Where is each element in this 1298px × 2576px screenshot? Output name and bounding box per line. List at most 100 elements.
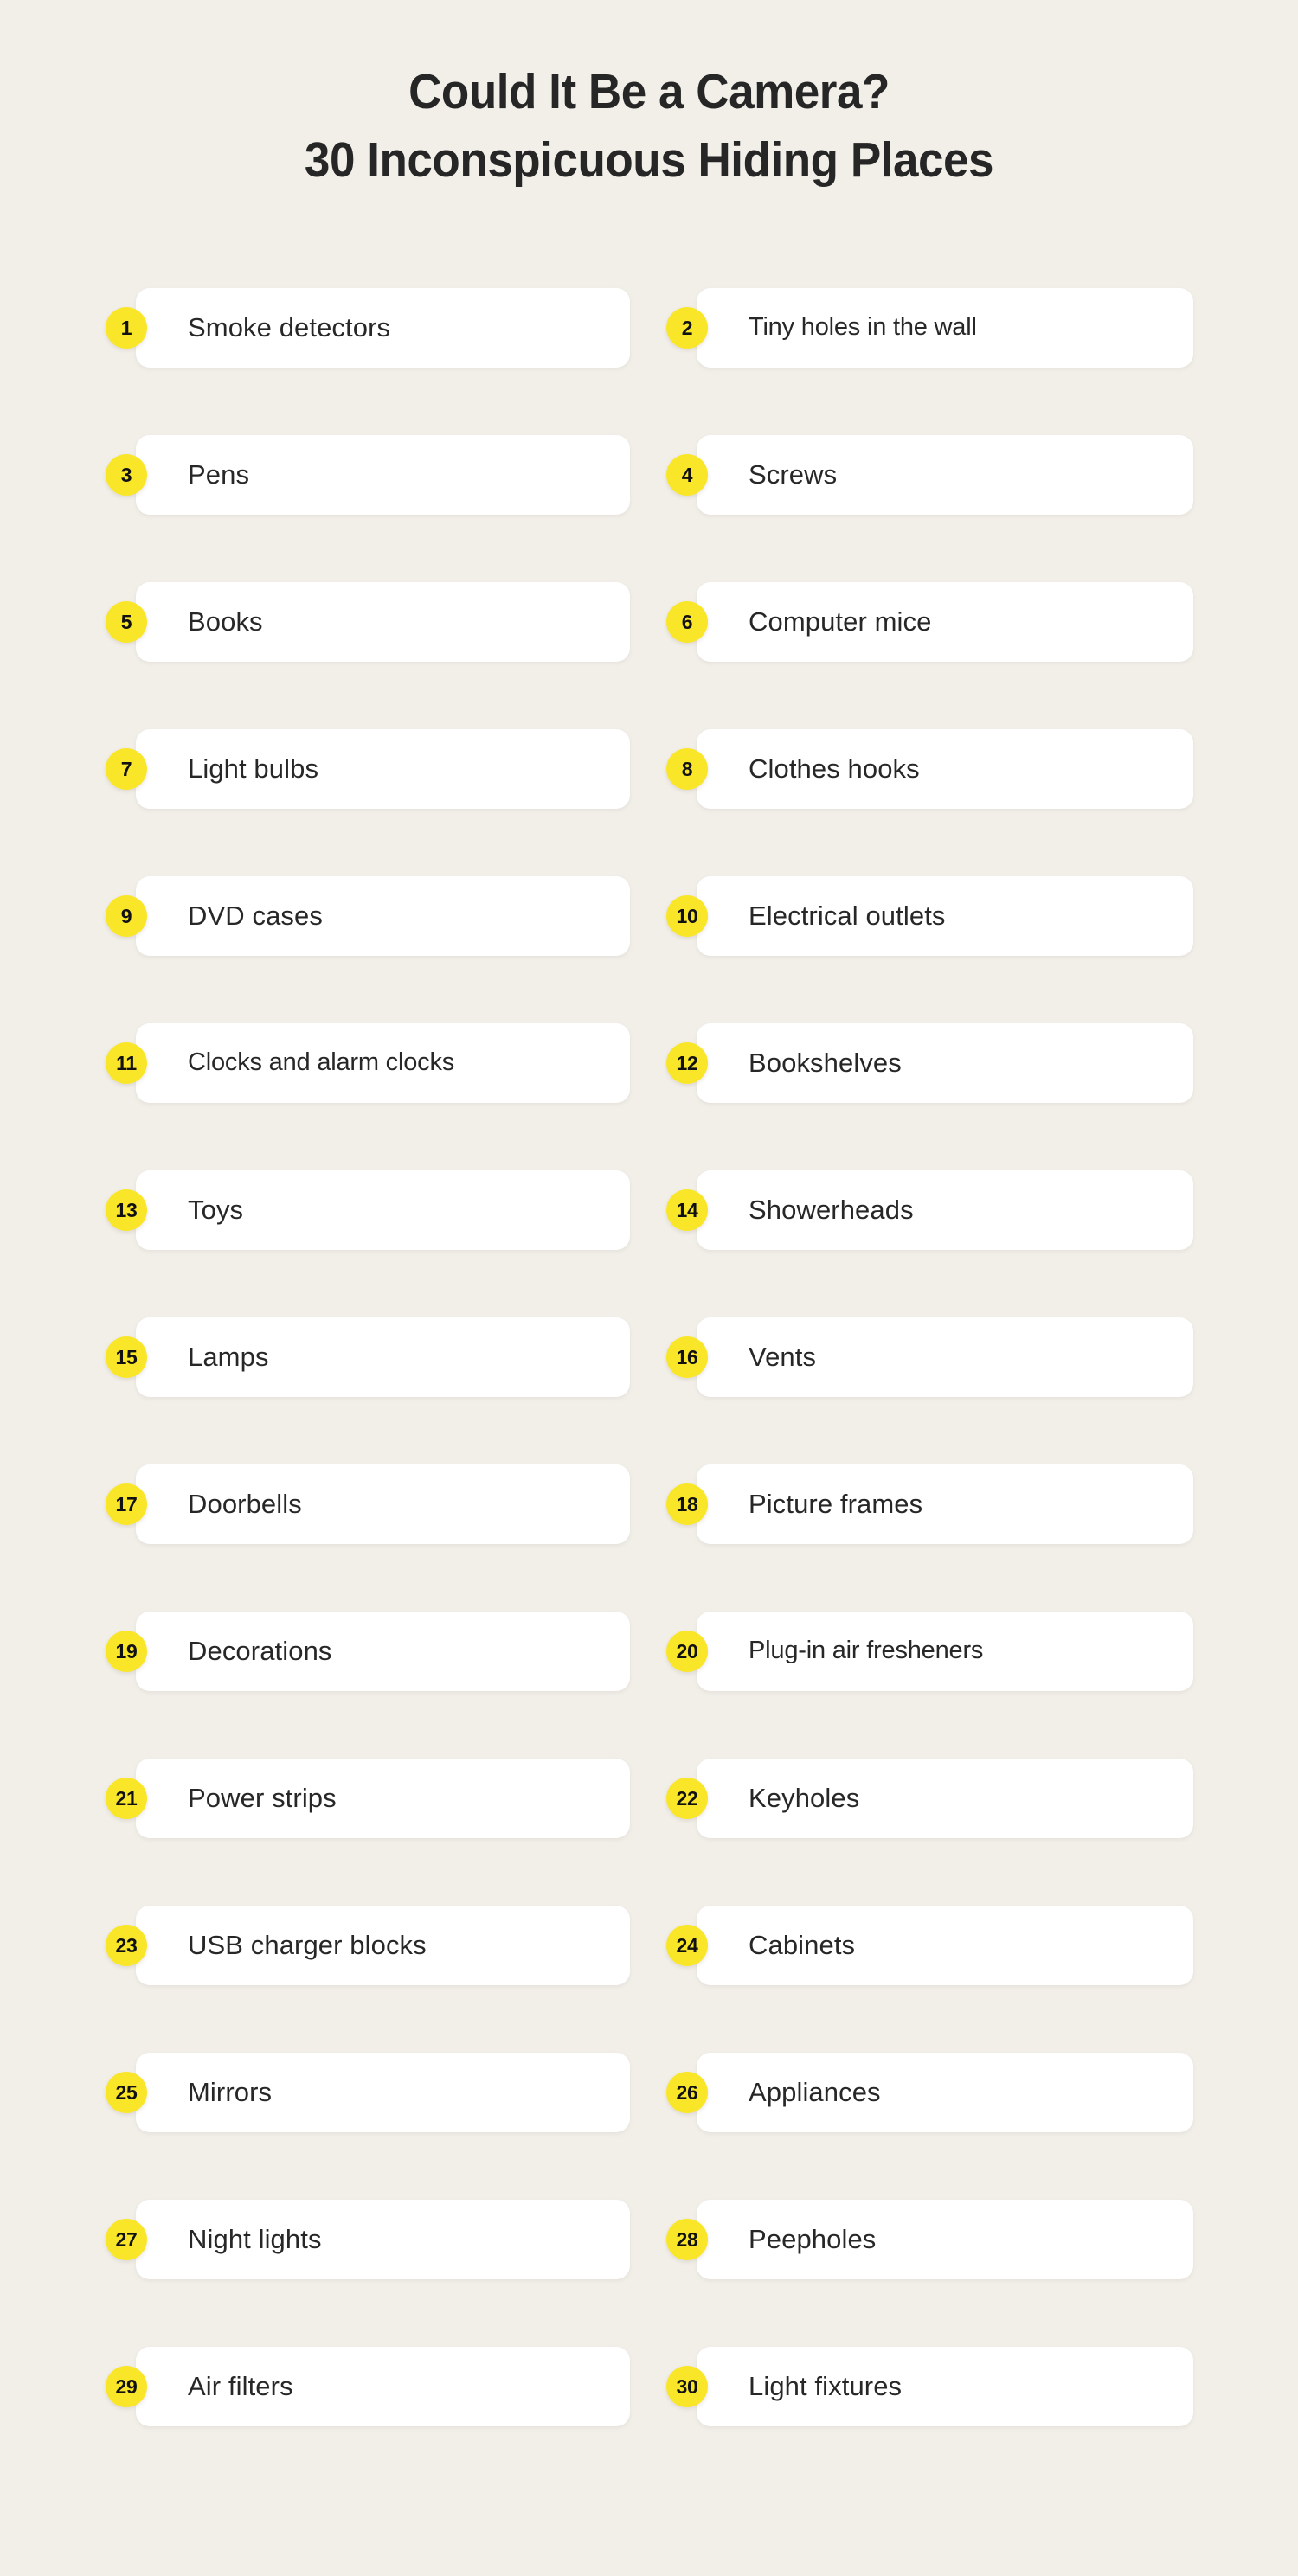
list-item[interactable]: 15 Lamps bbox=[106, 1317, 630, 1397]
list-item-number-badge: 20 bbox=[666, 1631, 708, 1672]
list-item-label: Decorations bbox=[188, 1635, 332, 1666]
list-item[interactable]: 22 Keyholes bbox=[666, 1759, 1193, 1838]
list-item[interactable]: 10 Electrical outlets bbox=[666, 876, 1193, 956]
list-item-number-badge: 10 bbox=[666, 895, 708, 937]
list-item-label: Showerheads bbox=[749, 1194, 914, 1225]
list-item[interactable]: 13 Toys bbox=[106, 1170, 630, 1250]
list-item[interactable]: 17 Doorbells bbox=[106, 1464, 630, 1544]
list-item[interactable]: 7 Light bulbs bbox=[106, 729, 630, 809]
list-item-number: 2 bbox=[681, 316, 693, 339]
list-item-number-badge: 26 bbox=[666, 2072, 708, 2113]
list-item[interactable]: 27 Night lights bbox=[106, 2200, 630, 2279]
list-item-label: Clothes hooks bbox=[749, 753, 920, 784]
list-item-label: Picture frames bbox=[749, 1488, 923, 1519]
list-item[interactable]: 19 Decorations bbox=[106, 1612, 630, 1691]
list-item-number: 25 bbox=[115, 2080, 138, 2104]
list-item-number-badge: 12 bbox=[666, 1042, 708, 1084]
infographic-page: Could It Be a Camera? 30 Inconspicuous H… bbox=[0, 0, 1298, 2576]
list-item[interactable]: 14 Showerheads bbox=[666, 1170, 1193, 1250]
list-item-number: 8 bbox=[681, 757, 693, 780]
list-item-number: 17 bbox=[115, 1492, 138, 1515]
list-item-number-badge: 15 bbox=[106, 1336, 147, 1378]
list-item-number-badge: 3 bbox=[106, 454, 147, 496]
list-item[interactable]: 20 Plug-in air fresheners bbox=[666, 1612, 1193, 1691]
list-item-label: Tiny holes in the wall bbox=[749, 313, 977, 342]
list-item[interactable]: 4 Screws bbox=[666, 435, 1193, 515]
list-item-number: 27 bbox=[115, 2227, 138, 2251]
list-item-number-badge: 24 bbox=[666, 1925, 708, 1966]
list-item-number-badge: 21 bbox=[106, 1778, 147, 1819]
list-item[interactable]: 9 DVD cases bbox=[106, 876, 630, 956]
list-item[interactable]: 26 Appliances bbox=[666, 2053, 1193, 2132]
list-item-number-badge: 30 bbox=[666, 2366, 708, 2407]
hiding-places-list: 1 Smoke detectors 3 Pens 5 Books 7 Light bulbs 9… bbox=[0, 288, 1298, 2426]
list-item[interactable]: 5 Books bbox=[106, 582, 630, 662]
list-item-number: 15 bbox=[115, 1345, 138, 1368]
list-item-label: Toys bbox=[188, 1194, 244, 1225]
list-item-label: Peepholes bbox=[749, 2223, 877, 2254]
list-item-number: 9 bbox=[120, 904, 132, 927]
list-item[interactable]: 11 Clocks and alarm clocks bbox=[106, 1023, 630, 1103]
list-item-label: Keyholes bbox=[749, 1782, 860, 1813]
list-item-number: 23 bbox=[115, 1933, 138, 1957]
list-item[interactable]: 30 Light fixtures bbox=[666, 2347, 1193, 2426]
list-item-number: 30 bbox=[676, 2374, 698, 2398]
page-title: Could It Be a Camera? 30 Inconspicuous H… bbox=[0, 0, 1298, 185]
list-item[interactable]: 21 Power strips bbox=[106, 1759, 630, 1838]
list-item-number: 6 bbox=[681, 610, 693, 633]
list-item-number-badge: 18 bbox=[666, 1483, 708, 1525]
list-item-number-badge: 2 bbox=[666, 307, 708, 349]
list-item-number-badge: 8 bbox=[666, 748, 708, 790]
list-item[interactable]: 2 Tiny holes in the wall bbox=[666, 288, 1193, 368]
list-item-number: 4 bbox=[681, 463, 693, 486]
list-item-number-badge: 17 bbox=[106, 1483, 147, 1525]
list-item[interactable]: 12 Bookshelves bbox=[666, 1023, 1193, 1103]
list-item[interactable]: 23 USB charger blocks bbox=[106, 1906, 630, 1985]
list-item-number-badge: 13 bbox=[106, 1189, 147, 1231]
list-item-number: 29 bbox=[115, 2374, 138, 2398]
list-item-number: 7 bbox=[120, 757, 132, 780]
list-item-label: Night lights bbox=[188, 2223, 322, 2254]
list-item-number: 26 bbox=[676, 2080, 698, 2104]
list-item-label: Power strips bbox=[188, 1782, 337, 1813]
list-column-right: 2 Tiny holes in the wall 4 Screws 6 Computer … bbox=[666, 288, 1193, 2426]
list-item-number: 18 bbox=[676, 1492, 698, 1515]
list-item-number-badge: 23 bbox=[106, 1925, 147, 1966]
list-item[interactable]: 6 Computer mice bbox=[666, 582, 1193, 662]
list-item-label: Vents bbox=[749, 1341, 817, 1372]
list-item[interactable]: 18 Picture frames bbox=[666, 1464, 1193, 1544]
list-item-number: 3 bbox=[120, 463, 132, 486]
list-item-label: USB charger blocks bbox=[188, 1929, 427, 1960]
list-item-number-badge: 16 bbox=[666, 1336, 708, 1378]
list-item-label: Smoke detectors bbox=[188, 311, 391, 343]
list-item-number-badge: 11 bbox=[106, 1042, 147, 1084]
list-item-label: Screws bbox=[749, 458, 838, 490]
list-item[interactable]: 28 Peepholes bbox=[666, 2200, 1193, 2279]
list-item[interactable]: 16 Vents bbox=[666, 1317, 1193, 1397]
list-item-label: Appliances bbox=[749, 2076, 881, 2107]
list-item-number-badge: 9 bbox=[106, 895, 147, 937]
list-item-number: 5 bbox=[120, 610, 132, 633]
list-item-number: 28 bbox=[676, 2227, 698, 2251]
list-item-number-badge: 25 bbox=[106, 2072, 147, 2113]
list-item-number: 1 bbox=[120, 316, 132, 339]
list-item-label: Books bbox=[188, 606, 263, 637]
list-item-label: Light fixtures bbox=[749, 2370, 903, 2401]
list-item-number-badge: 14 bbox=[666, 1189, 708, 1231]
list-item-number-badge: 29 bbox=[106, 2366, 147, 2407]
list-item[interactable]: 24 Cabinets bbox=[666, 1906, 1193, 1985]
list-item-number-badge: 1 bbox=[106, 307, 147, 349]
list-item-label: Electrical outlets bbox=[749, 900, 946, 931]
list-item-label: Bookshelves bbox=[749, 1047, 902, 1078]
list-item[interactable]: 29 Air filters bbox=[106, 2347, 630, 2426]
list-item[interactable]: 25 Mirrors bbox=[106, 2053, 630, 2132]
list-item[interactable]: 1 Smoke detectors bbox=[106, 288, 630, 368]
list-item-number: 10 bbox=[676, 904, 698, 927]
list-item[interactable]: 3 Pens bbox=[106, 435, 630, 515]
list-item-label: Air filters bbox=[188, 2370, 293, 2401]
list-item-label: Light bulbs bbox=[188, 753, 319, 784]
list-column-left: 1 Smoke detectors 3 Pens 5 Books 7 Light bulbs 9… bbox=[106, 288, 630, 2426]
list-item-number: 24 bbox=[676, 1933, 698, 1957]
list-item[interactable]: 8 Clothes hooks bbox=[666, 729, 1193, 809]
list-item-label: Computer mice bbox=[749, 606, 932, 637]
